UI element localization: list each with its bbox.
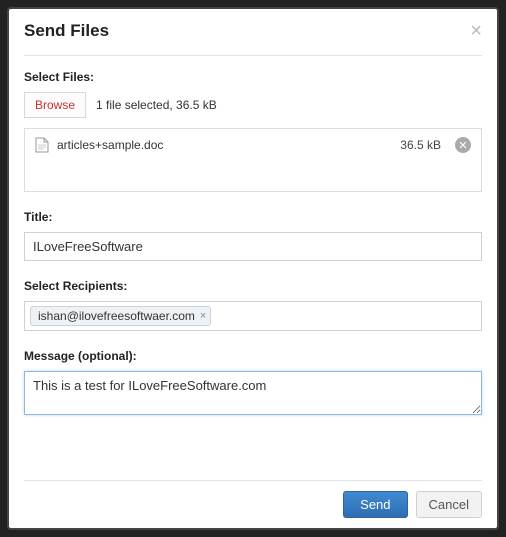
remove-file-icon[interactable]: ✕ xyxy=(455,137,471,153)
recipients-input[interactable]: ishan@ilovefreesoftwaer.com × xyxy=(24,301,482,331)
file-size: 36.5 kB xyxy=(400,138,441,152)
message-textarea[interactable] xyxy=(24,371,482,415)
title-input[interactable] xyxy=(24,232,482,261)
browse-button[interactable]: Browse xyxy=(24,92,86,118)
dialog-footer: Send Cancel xyxy=(24,480,482,518)
divider xyxy=(24,55,482,56)
send-button[interactable]: Send xyxy=(343,491,407,518)
message-label: Message (optional): xyxy=(24,349,482,363)
file-status-text: 1 file selected, 36.5 kB xyxy=(96,98,217,112)
close-icon[interactable]: × xyxy=(470,21,482,41)
title-field-label: Title: xyxy=(24,210,482,224)
recipients-label: Select Recipients: xyxy=(24,279,482,293)
file-name: articles+sample.doc xyxy=(57,138,392,152)
select-files-label: Select Files: xyxy=(24,70,482,84)
recipient-email: ishan@ilovefreesoftwaer.com xyxy=(38,309,195,323)
document-icon xyxy=(35,137,49,153)
file-row: articles+sample.doc 36.5 kB ✕ xyxy=(35,137,471,153)
dialog-title: Send Files xyxy=(24,21,109,41)
recipient-chip: ishan@ilovefreesoftwaer.com × xyxy=(30,306,211,326)
cancel-button[interactable]: Cancel xyxy=(416,491,482,518)
send-files-dialog: Send Files × Select Files: Browse 1 file… xyxy=(7,7,499,530)
browse-row: Browse 1 file selected, 36.5 kB xyxy=(24,92,482,118)
remove-recipient-icon[interactable]: × xyxy=(200,310,206,322)
file-list: articles+sample.doc 36.5 kB ✕ xyxy=(24,128,482,192)
dialog-header: Send Files × xyxy=(24,21,482,41)
